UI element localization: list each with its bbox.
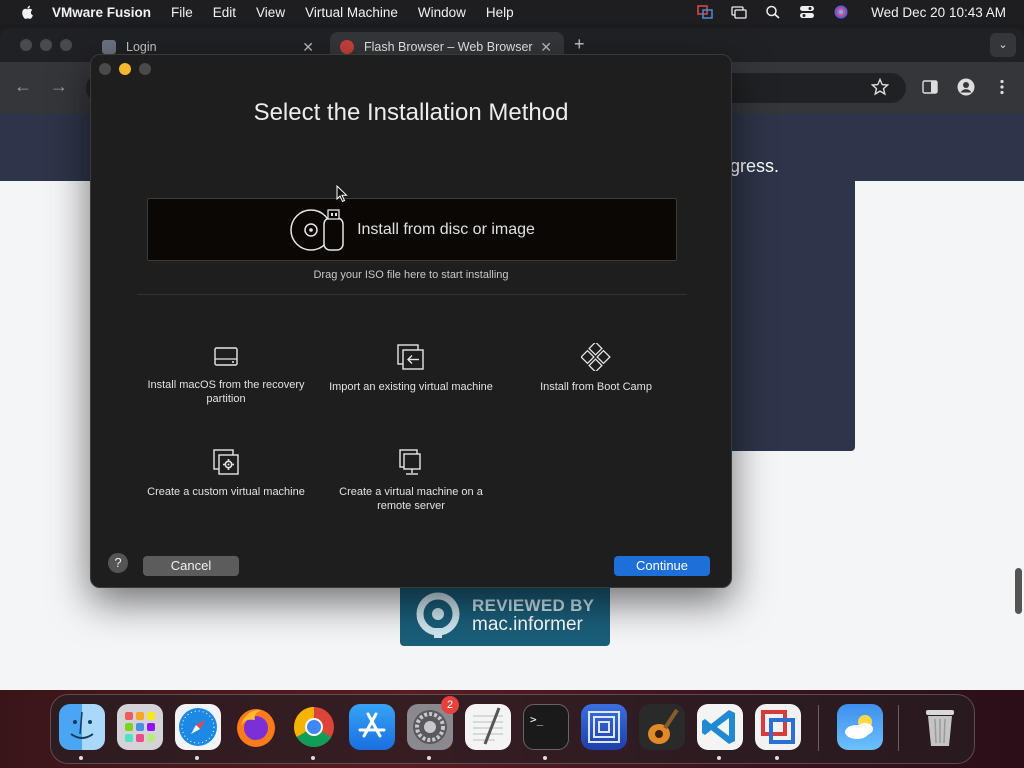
visual-studio-code-icon[interactable] bbox=[697, 704, 743, 750]
roblox-favicon-icon bbox=[102, 40, 116, 54]
google-chrome-icon[interactable] bbox=[291, 704, 337, 750]
settings-notification-badge: 2 bbox=[441, 696, 459, 714]
vmware-running-indicator bbox=[775, 756, 779, 760]
tab-search-chevron-icon[interactable]: ⌄ bbox=[990, 33, 1016, 57]
menu-edit[interactable]: Edit bbox=[213, 5, 236, 20]
option-label: Install from Boot Camp bbox=[540, 381, 652, 393]
system-settings-icon[interactable]: 2 bbox=[407, 696, 459, 750]
vmware-status-icon[interactable] bbox=[697, 5, 713, 19]
menu-file[interactable]: File bbox=[171, 5, 193, 20]
textedit-icon[interactable] bbox=[465, 704, 511, 750]
option-label: Import an existing virtual machine bbox=[329, 381, 493, 393]
option-label: Install macOS from the recovery partitio… bbox=[147, 379, 305, 405]
settings-running-indicator bbox=[427, 756, 431, 760]
chrome-running-indicator bbox=[311, 756, 315, 760]
option-create-vm-remote-server[interactable]: Create a virtual machine on a remote ser… bbox=[326, 448, 496, 513]
macinformer-logo-icon bbox=[416, 592, 460, 638]
menu-window[interactable]: Window bbox=[418, 5, 466, 20]
option-install-from-boot-camp[interactable]: Install from Boot Camp bbox=[511, 343, 681, 394]
svg-text:>_: >_ bbox=[530, 713, 544, 726]
install-from-disc-drop-zone[interactable]: Install from disc or image bbox=[147, 198, 677, 261]
browser-minimize-control[interactable] bbox=[40, 39, 52, 51]
new-tab-plus-icon[interactable]: + bbox=[574, 34, 585, 55]
installation-method-dialog: Select the Installation Method Install f… bbox=[90, 54, 732, 588]
app-store-icon[interactable] bbox=[349, 704, 395, 750]
menu-clock[interactable]: Wed Dec 20 10:43 AM bbox=[871, 5, 1006, 20]
disc-usb-icon bbox=[290, 208, 344, 251]
dialog-minimize-control[interactable] bbox=[119, 63, 131, 75]
screen-mirroring-icon[interactable] bbox=[731, 5, 747, 19]
bookmark-star-icon[interactable] bbox=[871, 78, 889, 96]
launchpad-icon[interactable] bbox=[117, 704, 163, 750]
menu-bar: VMware Fusion File Edit View Virtual Mac… bbox=[0, 0, 1024, 24]
spotlight-search-icon[interactable] bbox=[765, 5, 781, 19]
drop-hint-text: Drag your ISO file here to start install… bbox=[313, 269, 509, 281]
menu-help[interactable]: Help bbox=[486, 5, 514, 20]
finder-icon[interactable] bbox=[59, 704, 105, 750]
dialog-title: Select the Installation Method bbox=[253, 99, 569, 126]
drop-zone-label: Install from disc or image bbox=[357, 220, 535, 238]
siri-icon[interactable] bbox=[833, 5, 849, 19]
cancel-button[interactable]: Cancel bbox=[143, 556, 239, 576]
profile-avatar-icon[interactable] bbox=[957, 78, 975, 96]
back-arrow-icon[interactable]: ← bbox=[14, 76, 32, 97]
page-progress-text: gress. bbox=[730, 156, 780, 176]
custom-vm-icon bbox=[213, 449, 239, 475]
forward-arrow-icon[interactable]: → bbox=[50, 76, 68, 97]
kebab-menu-icon[interactable] bbox=[993, 78, 1011, 96]
menu-virtual-machine[interactable]: Virtual Machine bbox=[305, 5, 398, 20]
dialog-close-control[interactable] bbox=[99, 63, 111, 75]
drive-icon bbox=[214, 347, 238, 366]
menu-app-name[interactable]: VMware Fusion bbox=[52, 5, 151, 20]
tab-label: Flash Browser – Web Browser bbox=[364, 40, 533, 54]
menu-view[interactable]: View bbox=[256, 5, 285, 20]
option-label: Create a virtual machine on a remote ser… bbox=[339, 486, 483, 512]
macinformer-review-badge[interactable]: REVIEWED BY mac.informer bbox=[400, 586, 610, 646]
firefox-icon[interactable] bbox=[233, 704, 279, 750]
flash-browser-favicon-icon bbox=[340, 40, 354, 54]
apple-icon[interactable] bbox=[18, 4, 38, 20]
option-import-existing-vm[interactable]: Import an existing virtual machine bbox=[326, 343, 496, 394]
dock: 2 >_ bbox=[50, 694, 975, 764]
browser-close-control[interactable] bbox=[20, 39, 32, 51]
side-panel-icon[interactable] bbox=[921, 78, 939, 96]
option-install-macos-recovery[interactable]: Install macOS from the recovery partitio… bbox=[141, 345, 311, 406]
import-icon bbox=[397, 344, 424, 370]
browser-zoom-control[interactable] bbox=[60, 39, 72, 51]
help-button[interactable]: ? bbox=[108, 553, 128, 573]
mouse-pointer-icon bbox=[336, 185, 348, 203]
page-scrollbar[interactable] bbox=[1015, 568, 1022, 614]
continue-button[interactable]: Continue bbox=[614, 556, 710, 576]
trash-icon[interactable] bbox=[917, 704, 963, 750]
safari-running-indicator bbox=[195, 756, 199, 760]
option-create-custom-vm[interactable]: Create a custom virtual machine bbox=[141, 448, 311, 499]
remote-server-icon bbox=[399, 449, 421, 475]
dock-divider bbox=[898, 705, 899, 751]
garageband-icon[interactable] bbox=[639, 704, 685, 750]
finder-running-indicator bbox=[79, 756, 83, 760]
badge-line2: mac.informer bbox=[472, 613, 583, 635]
divider bbox=[137, 294, 687, 295]
terminal-running-indicator bbox=[543, 756, 547, 760]
quartz-filter-icon[interactable] bbox=[581, 704, 627, 750]
control-center-icon[interactable] bbox=[799, 5, 815, 19]
weather-icon[interactable] bbox=[837, 704, 883, 750]
dock-divider bbox=[818, 705, 819, 751]
tab-label: Login bbox=[126, 40, 157, 54]
bootcamp-icon bbox=[581, 343, 611, 371]
vmware-fusion-icon[interactable] bbox=[755, 704, 801, 750]
dialog-zoom-control[interactable] bbox=[139, 63, 151, 75]
terminal-icon[interactable]: >_ bbox=[523, 704, 569, 750]
badge-line1: REVIEWED BY bbox=[472, 596, 595, 616]
vscode-running-indicator bbox=[717, 756, 721, 760]
safari-icon[interactable] bbox=[175, 704, 221, 750]
option-label: Create a custom virtual machine bbox=[147, 486, 305, 498]
